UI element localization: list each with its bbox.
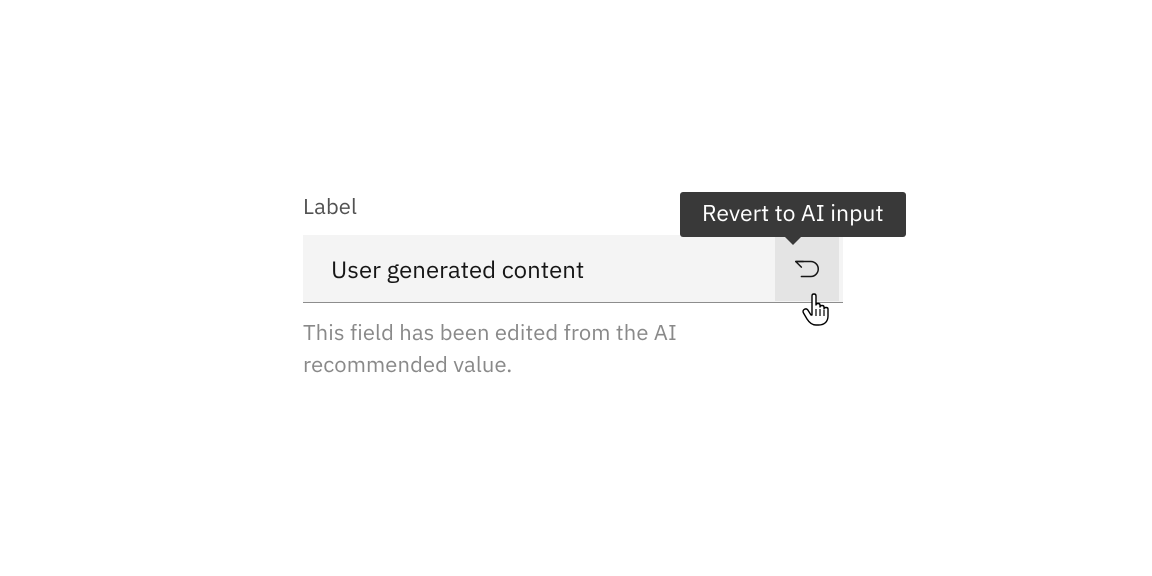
revert-button[interactable] [775, 237, 839, 301]
text-input[interactable] [303, 235, 775, 302]
helper-text: This field has been edited from the AI r… [303, 317, 763, 381]
tooltip-text: Revert to AI input [702, 198, 884, 228]
undo-icon [792, 254, 822, 284]
tooltip: Revert to AI input [680, 192, 906, 237]
input-wrapper [303, 235, 843, 303]
tooltip-caret [784, 236, 802, 245]
